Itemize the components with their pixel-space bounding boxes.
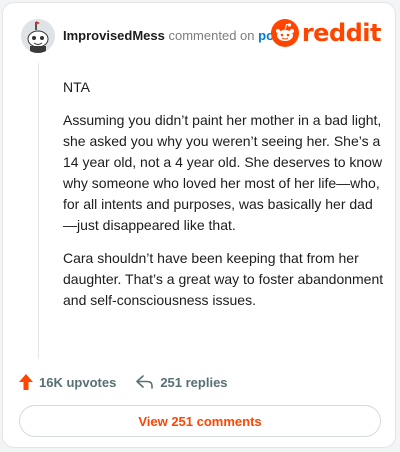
snoo-avatar-icon — [21, 19, 55, 53]
comment-action-text: commented on — [168, 28, 255, 43]
comment-meta: ImprovisedMess commented on post — [63, 28, 286, 43]
comment-header: ImprovisedMess commented on post reddit — [21, 19, 382, 53]
upvote-count: 16K upvotes — [39, 374, 117, 390]
comment-paragraph: Cara shouldn’t have been keeping that fr… — [63, 250, 384, 308]
comment-body: NTA Assuming you didn’t paint her mother… — [63, 77, 385, 323]
comment-paragraph: Assuming you didn’t paint her mother in … — [63, 112, 383, 233]
user-avatar[interactable] — [21, 19, 55, 53]
reply-arrow-icon — [136, 375, 154, 389]
reply-count: 251 replies — [160, 374, 228, 390]
upvote-button[interactable]: 16K upvotes — [19, 374, 116, 390]
replies-button[interactable]: 251 replies — [136, 374, 228, 390]
comment-card: ImprovisedMess commented on post reddit … — [2, 2, 396, 448]
reddit-logo[interactable]: reddit — [270, 19, 382, 47]
reddit-wordmark: reddit — [301, 19, 382, 47]
view-comments-button[interactable]: View 251 comments — [19, 405, 381, 437]
reddit-snoo-icon — [270, 19, 299, 47]
comment-paragraph: NTA — [63, 79, 90, 95]
thread-line[interactable] — [38, 63, 39, 359]
username[interactable]: ImprovisedMess — [63, 28, 165, 43]
upvote-arrow-icon — [19, 374, 33, 390]
comment-actions: 16K upvotes 251 replies — [19, 372, 379, 392]
